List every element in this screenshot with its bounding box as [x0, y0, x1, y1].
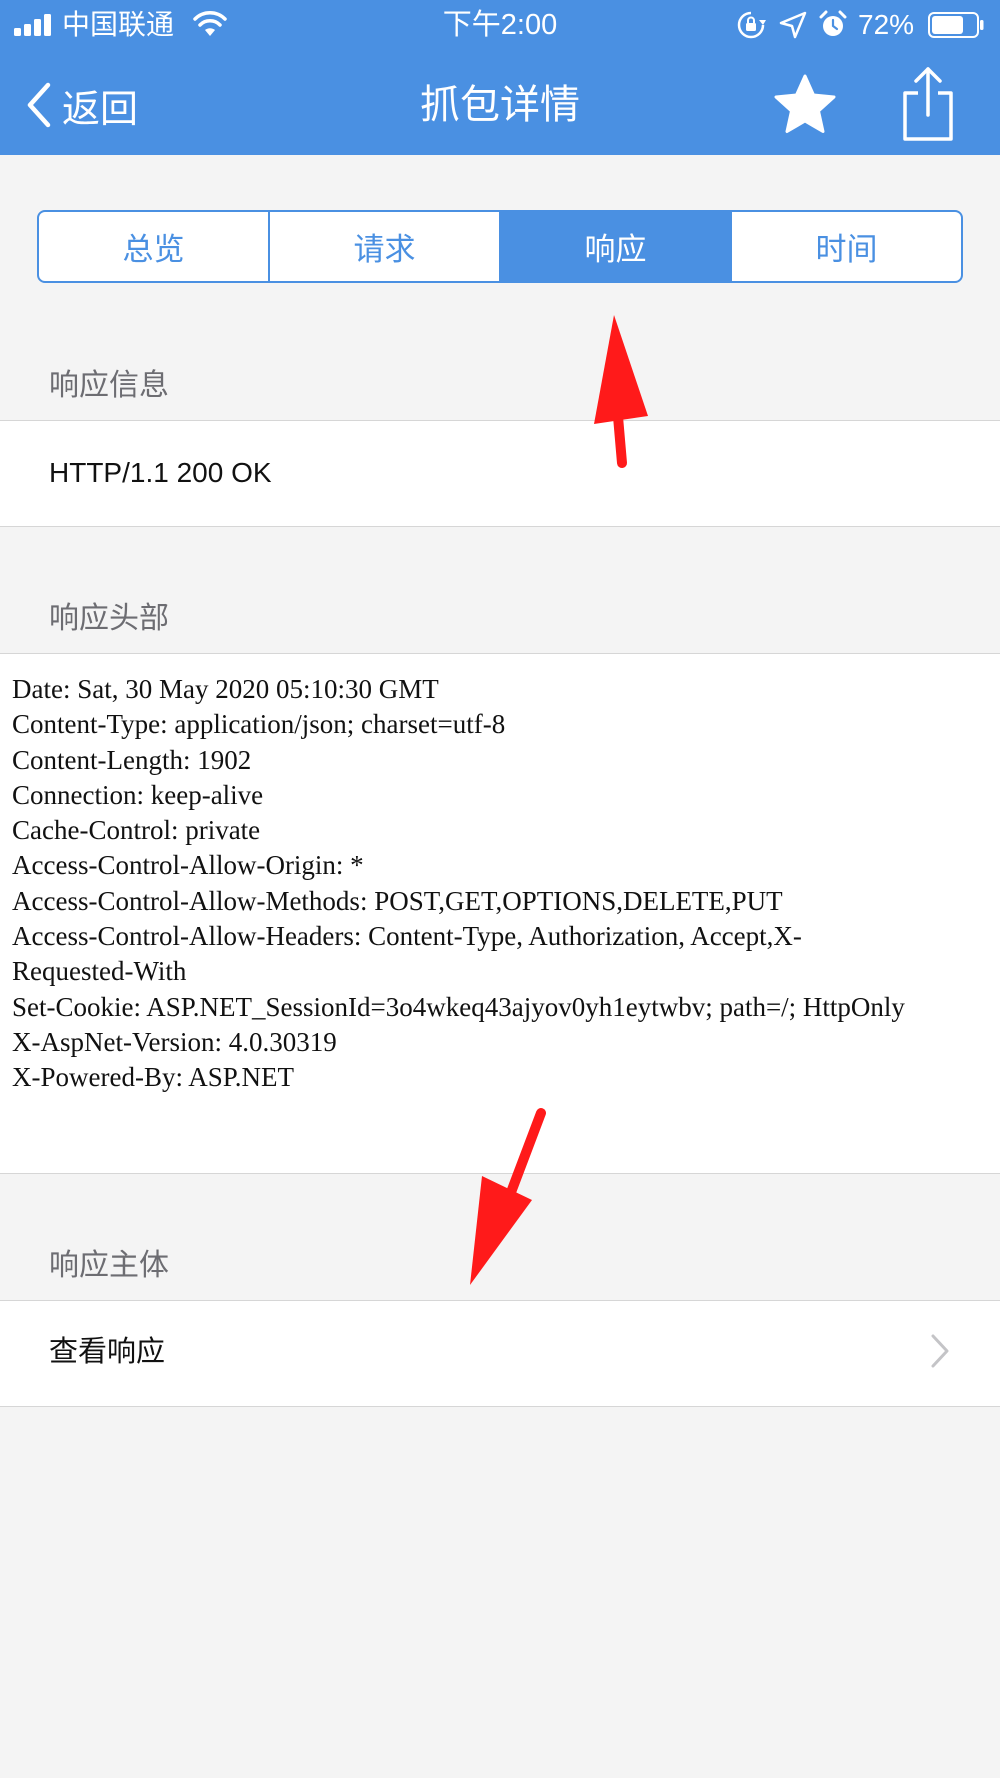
section-header-response-info: 响应信息 — [49, 369, 169, 402]
header-line: Access-Control-Allow-Headers: Content-Ty… — [12, 921, 802, 987]
top-bar: 中国联通 下午2:00 72% 返回 抓包详情 — [0, 0, 1000, 155]
tab-response[interactable]: 响应 — [501, 212, 732, 281]
view-response-row[interactable]: 查看响应 — [0, 1300, 1000, 1407]
header-line: Content-Type: application/json; charset=… — [12, 709, 506, 740]
header-line: Date: Sat, 30 May 2020 05:10:30 GMT — [12, 674, 439, 704]
page-title: 抓包详情 — [420, 83, 580, 127]
nav-bar: 返回 抓包详情 — [0, 55, 1000, 155]
section-header-response-headers: 响应头部 — [49, 602, 169, 635]
header-line: Cache-Control: private — [12, 815, 261, 846]
status-bar: 中国联通 下午2:00 72% — [0, 0, 1000, 50]
tab-timing[interactable]: 时间 — [732, 212, 961, 281]
battery-icon — [928, 12, 984, 38]
chevron-right-icon — [931, 1334, 949, 1368]
tab-request[interactable]: 请求 — [270, 212, 501, 281]
alarm-icon — [819, 10, 847, 36]
segmented-tabs: 总览 请求 响应 时间 — [37, 210, 963, 283]
header-line: Set-Cookie: ASP.NET_SessionId=3o4wkeq43a… — [12, 991, 905, 1022]
back-chevron-icon — [27, 82, 51, 128]
headers-text: Date: Sat, 30 May 2020 05:10:30 GMT Cont… — [12, 672, 912, 1096]
section-header-response-body: 响应主体 — [49, 1249, 169, 1282]
tab-overview[interactable]: 总览 — [39, 212, 270, 281]
header-line: X-Powered-By: ASP.NET — [12, 1062, 294, 1093]
header-line: Access-Control-Allow-Methods: POST,GET,O… — [12, 885, 783, 916]
response-info-cell: HTTP/1.1 200 OK — [0, 420, 1000, 527]
status-line: HTTP/1.1 200 OK — [49, 457, 272, 488]
share-icon[interactable] — [900, 65, 956, 143]
header-line: X-AspNet-Version: 4.0.30319 — [12, 1026, 337, 1057]
back-button[interactable]: 返回 — [24, 75, 138, 135]
location-icon — [779, 11, 807, 39]
view-response-label: 查看响应 — [49, 1336, 166, 1368]
star-icon[interactable] — [773, 73, 837, 135]
header-line: Access-Control-Allow-Origin: * — [12, 850, 364, 881]
header-line: Content-Length: 1902 — [12, 744, 252, 775]
header-line: Connection: keep-alive — [12, 779, 264, 810]
status-time: 下午2:00 — [442, 9, 558, 41]
orientation-lock-icon — [737, 11, 766, 39]
battery-percent: 72% — [858, 9, 915, 40]
back-label: 返回 — [62, 88, 139, 131]
response-headers-cell: Date: Sat, 30 May 2020 05:10:30 GMT Cont… — [0, 653, 1000, 1174]
